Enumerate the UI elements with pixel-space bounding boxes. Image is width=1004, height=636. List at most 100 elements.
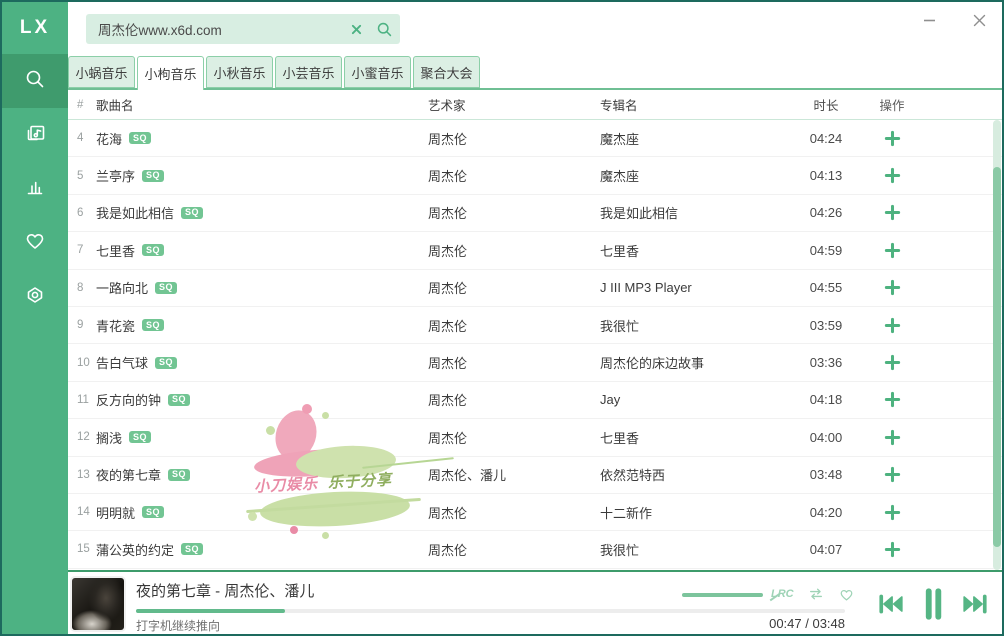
search-input[interactable]	[86, 22, 344, 37]
sidebar-item-songlist[interactable]	[2, 108, 68, 162]
album-name: 十二新作	[600, 503, 800, 522]
search-submit-icon[interactable]	[369, 21, 400, 38]
add-song-button[interactable]	[884, 242, 901, 259]
song-name-cell[interactable]: 搁浅 SQ	[96, 428, 428, 447]
scrollbar-thumb[interactable]	[993, 167, 1001, 547]
pause-button[interactable]	[920, 587, 946, 621]
player-icons: LRC	[771, 585, 855, 603]
source-tabbar: 小蜗音乐 小枸音乐 小秋音乐 小芸音乐 小蜜音乐 聚合大会	[68, 56, 1002, 90]
scrollbar-track[interactable]	[993, 120, 1001, 570]
source-tab[interactable]: 聚合大会	[413, 56, 480, 88]
top-bar	[68, 2, 1002, 56]
song-list: 4 花海 SQ 周杰伦 魔杰座 04:24 5 兰亭序 S	[68, 120, 1002, 570]
song-name: 我是如此相信	[96, 203, 174, 222]
quality-badge: SQ	[155, 282, 177, 294]
song-name-cell[interactable]: 兰亭序 SQ	[96, 166, 428, 185]
row-index: 10	[68, 357, 96, 369]
now-playing-title[interactable]: 夜的第七章 - 周杰伦、潘儿	[136, 580, 314, 601]
song-name-cell[interactable]: 青花瓷 SQ	[96, 316, 428, 335]
song-row[interactable]: 7 七里香 SQ 周杰伦 七里香 04:59	[68, 232, 1002, 269]
artist-name: 周杰伦	[428, 316, 600, 335]
song-duration: 04:18	[800, 392, 852, 407]
progress-fill	[136, 609, 285, 613]
album-art[interactable]	[70, 576, 126, 632]
song-row[interactable]: 12 搁浅 SQ 周杰伦 七里香 04:00	[68, 419, 1002, 456]
quality-badge: SQ	[168, 394, 190, 406]
song-row[interactable]: 5 兰亭序 SQ 周杰伦 魔杰座 04:13	[68, 157, 1002, 194]
song-row[interactable]: 14 明明就 SQ 周杰伦 十二新作 04:20	[68, 494, 1002, 531]
add-song-button[interactable]	[884, 279, 901, 296]
play-mode-repeat-icon[interactable]	[807, 585, 825, 603]
love-icon[interactable]	[838, 586, 855, 603]
close-button[interactable]	[966, 8, 992, 32]
album-name: 七里香	[600, 241, 800, 260]
source-tab[interactable]: 小枸音乐	[137, 56, 204, 90]
quality-badge: SQ	[181, 207, 203, 219]
desktop-lyric-icon[interactable]: LRC	[771, 588, 794, 600]
add-song-button[interactable]	[884, 541, 901, 558]
artist-name: 周杰伦	[428, 390, 600, 409]
song-row[interactable]: 9 青花瓷 SQ 周杰伦 我很忙 03:59	[68, 307, 1002, 344]
sidebar-item-search[interactable]	[2, 54, 68, 108]
previous-button[interactable]	[876, 591, 906, 617]
main-area: 小蜗音乐 小枸音乐 小秋音乐 小芸音乐 小蜜音乐 聚合大会 # 歌曲名 艺术家 …	[68, 2, 1002, 634]
sidebar-item-settings[interactable]	[2, 270, 68, 324]
song-row[interactable]: 8 一路向北 SQ 周杰伦 J III MP3 Player 04:55	[68, 270, 1002, 307]
song-name-cell[interactable]: 七里香 SQ	[96, 241, 428, 260]
song-row[interactable]: 11 反方向的钟 SQ 周杰伦 Jay 04:18	[68, 382, 1002, 419]
source-tab[interactable]: 小蜗音乐	[68, 56, 135, 88]
volume-slider[interactable]	[682, 593, 763, 597]
song-name-cell[interactable]: 花海 SQ	[96, 129, 428, 148]
add-song-button[interactable]	[884, 354, 901, 371]
add-song-button[interactable]	[884, 391, 901, 408]
album-name: 魔杰座	[600, 166, 800, 185]
next-button[interactable]	[960, 591, 990, 617]
heart-icon	[23, 229, 47, 258]
add-song-button[interactable]	[884, 317, 901, 334]
source-tab[interactable]: 小秋音乐	[206, 56, 273, 88]
artist-name: 周杰伦、潘儿	[428, 465, 600, 484]
add-song-button[interactable]	[884, 504, 901, 521]
bar-chart-icon	[23, 175, 47, 204]
source-tab[interactable]: 小蜜音乐	[344, 56, 411, 88]
sidebar-item-favorites[interactable]	[2, 216, 68, 270]
song-name: 搁浅	[96, 428, 122, 447]
quality-badge: SQ	[129, 431, 151, 443]
song-name-cell[interactable]: 一路向北 SQ	[96, 278, 428, 297]
row-index: 15	[68, 543, 96, 555]
artist-name: 周杰伦	[428, 166, 600, 185]
song-row[interactable]: 10 告白气球 SQ 周杰伦 周杰伦的床边故事 03:36	[68, 344, 1002, 381]
minimize-button[interactable]	[916, 8, 942, 32]
add-song-button[interactable]	[884, 429, 901, 446]
row-index: 14	[68, 506, 96, 518]
song-duration: 04:59	[800, 243, 852, 258]
song-row[interactable]: 6 我是如此相信 SQ 周杰伦 我是如此相信 04:26	[68, 195, 1002, 232]
song-name-cell[interactable]: 告白气球 SQ	[96, 353, 428, 372]
song-name-cell[interactable]: 我是如此相信 SQ	[96, 203, 428, 222]
row-index: 7	[68, 244, 96, 256]
song-name-cell[interactable]: 反方向的钟 SQ	[96, 390, 428, 409]
song-row[interactable]: 15 蒲公英的约定 SQ 周杰伦 我很忙 04:07	[68, 531, 1002, 568]
song-row[interactable]: 13 夜的第七章 SQ 周杰伦、潘儿 依然范特西 03:48	[68, 457, 1002, 494]
clear-search-icon[interactable]	[344, 24, 369, 35]
song-duration: 03:48	[800, 467, 852, 482]
song-duration: 04:13	[800, 168, 852, 183]
row-index: 9	[68, 319, 96, 331]
sidebar-item-leaderboard[interactable]	[2, 162, 68, 216]
song-name-cell[interactable]: 明明就 SQ	[96, 503, 428, 522]
song-name-cell[interactable]: 夜的第七章 SQ	[96, 465, 428, 484]
song-duration: 03:59	[800, 318, 852, 333]
progress-bar[interactable]	[136, 609, 845, 613]
source-tab[interactable]: 小芸音乐	[275, 56, 342, 88]
row-index: 12	[68, 431, 96, 443]
song-row[interactable]: 4 花海 SQ 周杰伦 魔杰座 04:24	[68, 120, 1002, 157]
add-song-button[interactable]	[884, 167, 901, 184]
album-name: J III MP3 Player	[600, 280, 800, 295]
artist-name: 周杰伦	[428, 129, 600, 148]
song-name-cell[interactable]: 蒲公英的约定 SQ	[96, 540, 428, 559]
song-duration: 04:55	[800, 280, 852, 295]
add-song-button[interactable]	[884, 204, 901, 221]
add-song-button[interactable]	[884, 130, 901, 147]
app-logo: LX	[2, 2, 68, 54]
add-song-button[interactable]	[884, 466, 901, 483]
